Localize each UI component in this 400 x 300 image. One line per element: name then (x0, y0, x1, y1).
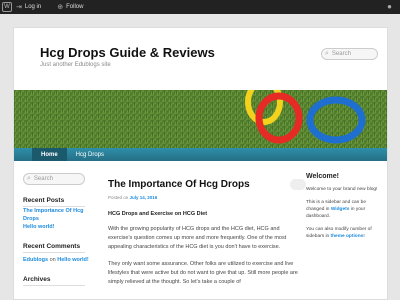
login-label: Log in (24, 4, 42, 10)
header-search-input[interactable]: ⌕ Search (321, 48, 378, 60)
search-icon: ⌕ (325, 50, 329, 57)
header-search-placeholder: Search (331, 51, 351, 57)
right-sidebar: Welcome! Welcome to your brand new blog!… (306, 173, 382, 240)
nav-item-hcg-drops[interactable]: Hcg Drops (67, 148, 113, 161)
plus-icon: ⊕ (57, 4, 64, 11)
header-image (14, 90, 387, 148)
circle-icon[interactable]: ● (387, 2, 392, 11)
nav-item-home[interactable]: Home (32, 148, 67, 161)
welcome-text: Welcome to your brand new blog! (306, 187, 378, 192)
comment-post-link[interactable]: Hello world! (57, 257, 88, 263)
main-navigation: Home Hcg Drops (14, 148, 387, 161)
recent-post-link[interactable]: The Importance Of Hcg Drops (23, 207, 93, 223)
post-subheading: HCG Drops and Exercise on HCG Diet (108, 211, 208, 217)
follow-link[interactable]: ⊕ Follow (57, 3, 83, 11)
widgets-text: This is a sidebar and can be changed in … (306, 199, 382, 220)
theme-options-link[interactable]: theme options (331, 234, 364, 239)
post-meta: Posted on July 14, 2016 (108, 195, 298, 200)
comment-on-text: on (48, 257, 58, 263)
left-sidebar: ⌕ Search Recent Posts The Importance Of … (23, 173, 93, 286)
login-link[interactable]: ⇥ Log in (16, 3, 41, 11)
login-icon: ⇥ (16, 4, 22, 11)
post-content: The Importance Of Hcg Drops Posted on Ju… (108, 179, 306, 287)
site-description: Just another Edublogs site (40, 62, 111, 68)
page-container: Hcg Drops Guide & Reviews Just another E… (13, 27, 388, 300)
welcome-heading: Welcome! (306, 173, 339, 180)
comment-author-link[interactable]: Edublogs (23, 257, 48, 263)
sidebar-search-placeholder: Search (33, 176, 53, 182)
posted-on-label: Posted on (108, 195, 130, 200)
recent-comment: Edublogs on Hello world! (23, 253, 93, 264)
comment-bubble-icon[interactable] (290, 179, 306, 190)
post-paragraph: They only want some assurance. Other fol… (108, 261, 298, 285)
follow-label: Follow (66, 4, 84, 10)
divider (23, 285, 85, 286)
post-title[interactable]: The Importance Of Hcg Drops (108, 179, 298, 190)
archives-heading: Archives (23, 276, 51, 283)
sidebar-search-input[interactable]: ⌕ Search (23, 173, 85, 185)
theme-options-text-b: ! (363, 234, 365, 239)
post-paragraph: With the growing popularity of HCG drops… (108, 226, 287, 250)
recent-post-link[interactable]: Hello world! (23, 223, 93, 231)
recent-posts-heading: Recent Posts (23, 197, 65, 204)
widgets-link[interactable]: Widgets (331, 207, 350, 212)
admin-bar: W ⇥ Log in ⊕ Follow ● (0, 0, 400, 14)
post-date-link[interactable]: July 14, 2016 (130, 195, 158, 200)
theme-options-text: You can also modify number of sidebars i… (306, 226, 382, 240)
search-icon: ⌕ (27, 175, 31, 182)
recent-comments-heading: Recent Comments (23, 243, 81, 250)
site-title[interactable]: Hcg Drops Guide & Reviews (40, 45, 215, 60)
wordpress-logo-icon[interactable]: W (2, 2, 12, 12)
